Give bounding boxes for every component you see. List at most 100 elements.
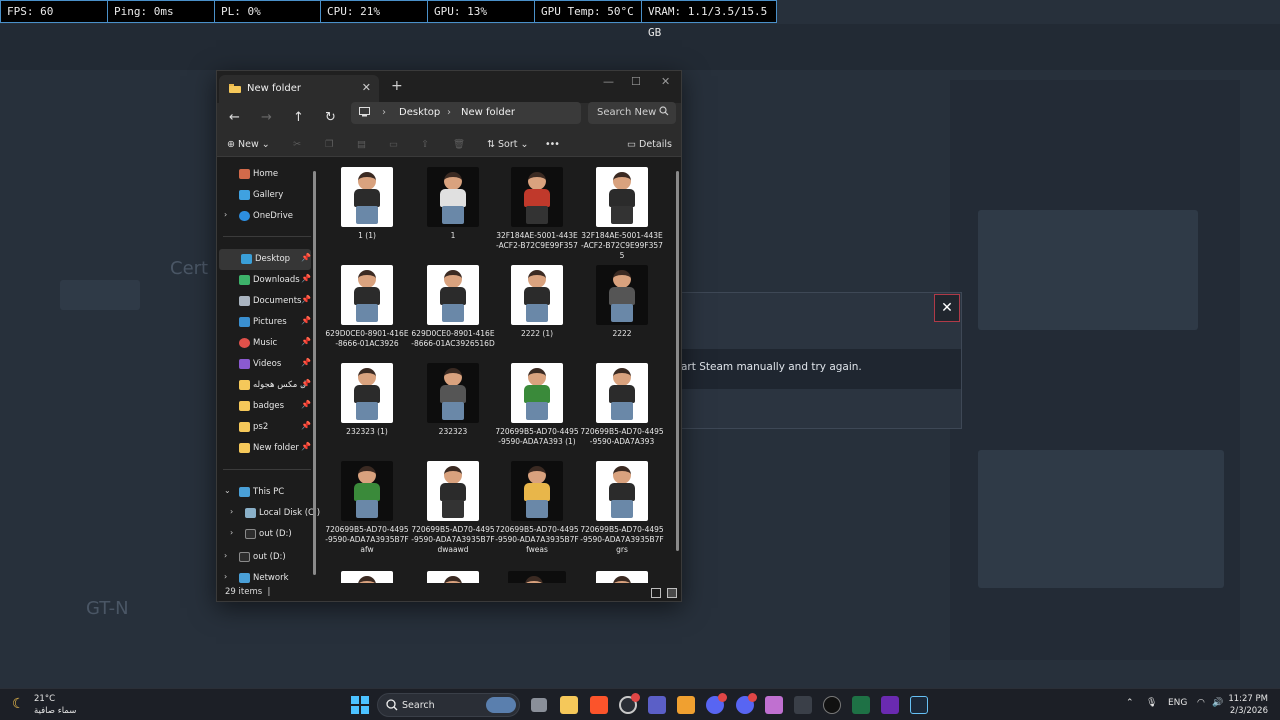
chevron-right-icon: › (230, 528, 234, 537)
new-tab-icon[interactable]: + (391, 78, 403, 94)
file-tile-partial[interactable] (325, 571, 409, 583)
video-icon (239, 359, 250, 369)
file-explorer-icon[interactable] (560, 696, 578, 714)
start-icon[interactable] (351, 696, 369, 714)
nav-onedrive[interactable]: › OneDrive (217, 206, 311, 227)
more-options-button[interactable]: ••• (545, 139, 560, 150)
file-tile[interactable]: 2222 (1) (495, 265, 579, 339)
paste-icon[interactable]: ▤ (357, 139, 366, 150)
back-arrow-icon[interactable]: ← (229, 110, 240, 125)
file-tile[interactable]: 232323 (411, 363, 495, 437)
nav-out-d-2[interactable]: › out (D:) (217, 547, 311, 568)
nav-label: Desktop (255, 254, 291, 264)
file-tile[interactable]: 1 (411, 167, 495, 241)
nav-new-folder[interactable]: New folder 📌 (217, 438, 311, 459)
rename-icon[interactable]: ▭ (389, 139, 398, 150)
breadcrumb-desktop[interactable]: Desktop (399, 107, 440, 118)
nav-scrollbar[interactable] (313, 171, 316, 575)
nav-music[interactable]: Music 📌 (217, 333, 311, 354)
notification-badge (631, 693, 640, 702)
file-tile[interactable]: 1 (1) (325, 167, 409, 241)
nav-label: OneDrive (253, 211, 293, 221)
close-tab-icon[interactable]: ✕ (362, 81, 371, 94)
task-view-icon[interactable] (531, 698, 547, 712)
volume-icon[interactable]: 🔊 (1212, 698, 1223, 708)
new-button[interactable]: ⊕ New ⌄ (227, 139, 270, 150)
file-tile[interactable]: 720699B5-AD70-4495-9590-ADA7A3935B7Fafw (325, 461, 409, 555)
nav-folder-arabic[interactable]: ل مكس هجوله 📌 (217, 375, 311, 396)
refresh-icon[interactable]: ↻ (325, 110, 336, 125)
taskbar-search[interactable]: Search (377, 693, 520, 717)
nav-videos[interactable]: Videos 📌 (217, 354, 311, 375)
forward-arrow-icon[interactable]: → (261, 110, 272, 125)
file-tile[interactable]: 720699B5-AD70-4495-9590-ADA7A3935B7Fgrs (580, 461, 664, 555)
breadcrumb-new-folder[interactable]: New folder (461, 107, 515, 118)
breadcrumb[interactable]: › Desktop › New folder (351, 102, 581, 124)
file-tile-partial[interactable] (580, 571, 664, 583)
file-tile[interactable]: 32F184AE-5001-443E-ACF2-B72C9E99F3575 (580, 167, 664, 261)
file-name: 2222 (612, 329, 632, 338)
file-name: 629D0CE0-8901-416E-8666-01AC3926516D (411, 329, 495, 348)
language-indicator[interactable]: ENG (1168, 698, 1187, 708)
details-pane-icon: ▭ (627, 139, 636, 150)
details-button[interactable]: ▭ Details (627, 139, 672, 150)
nav-local-disk-c[interactable]: › Local Disk (C:) (217, 503, 320, 524)
file-tile[interactable]: 232323 (1) (325, 363, 409, 437)
file-tile[interactable]: 629D0CE0-8901-416E-8666-01AC3926516D (411, 265, 495, 349)
details-view-icon[interactable] (651, 588, 661, 598)
file-tile[interactable]: 2222 (580, 265, 664, 339)
chevron-up-icon[interactable]: ⌃ (1126, 698, 1134, 708)
copy-icon[interactable]: ❐ (325, 139, 334, 150)
nzxt-icon[interactable] (881, 696, 899, 714)
plus-icon: ⊕ (227, 139, 235, 150)
microphone-icon[interactable]: 🎙 (1146, 698, 1157, 708)
brave-icon[interactable] (590, 696, 608, 714)
app-a-icon[interactable] (677, 696, 695, 714)
nav-badges[interactable]: badges 📌 (217, 396, 311, 417)
file-tile-partial[interactable] (495, 571, 579, 583)
nav-pictures[interactable]: Pictures 📌 (217, 312, 311, 333)
close-window-icon[interactable]: ✕ (661, 75, 670, 88)
settings-gear-icon[interactable] (794, 696, 812, 714)
up-arrow-icon[interactable]: ↑ (293, 110, 304, 125)
steam-icon[interactable] (910, 696, 928, 714)
nav-desktop[interactable]: Desktop 📌 (219, 249, 311, 270)
unity-icon[interactable] (823, 696, 841, 714)
file-thumbnail (341, 571, 393, 583)
steam-card (978, 210, 1198, 330)
nav-out-d-1[interactable]: › out (D:) (217, 524, 311, 545)
share-icon[interactable]: ⇪ (421, 139, 429, 150)
file-thumbnail (427, 571, 479, 583)
dialog-close-button[interactable]: ✕ (934, 294, 960, 322)
nav-this-pc[interactable]: ⌄ This PC (217, 482, 311, 503)
maximize-icon[interactable]: ☐ (631, 75, 641, 88)
nav-documents[interactable]: Documents 📌 (217, 291, 311, 312)
file-tile[interactable]: 720699B5-AD70-4495-9590-ADA7A393 (580, 363, 664, 447)
file-thumbnail (511, 461, 563, 521)
search-input[interactable]: Search New (588, 102, 676, 124)
file-tile[interactable]: 32F184AE-5001-443E-ACF2-B72C9E99F357 (495, 167, 579, 251)
nav-downloads[interactable]: Downloads 📌 (217, 270, 311, 291)
file-tile[interactable]: 629D0CE0-8901-416E-8666-01AC3926 (325, 265, 409, 349)
teams-icon[interactable] (648, 696, 666, 714)
tab-new-folder[interactable]: New folder ✕ (219, 75, 379, 103)
file-tile-partial[interactable] (411, 571, 495, 583)
large-icons-view-icon[interactable] (667, 588, 677, 598)
nav-home[interactable]: Home (217, 164, 311, 185)
file-tile[interactable]: 720699B5-AD70-4495-9590-ADA7A3935B7Fdwaa… (411, 461, 495, 555)
nav-gallery[interactable]: Gallery (217, 185, 311, 206)
delete-icon[interactable]: 🗑 (453, 139, 465, 150)
minimize-icon[interactable]: — (603, 75, 614, 88)
pin-icon: 📌 (301, 442, 311, 451)
gamepad-icon[interactable] (765, 696, 783, 714)
excel-icon[interactable] (852, 696, 870, 714)
nav-ps2[interactable]: ps2 📌 (217, 417, 311, 438)
clock[interactable]: 11:27 PM 2/3/2026 (1228, 693, 1268, 717)
file-tile[interactable]: 720699B5-AD70-4495-9590-ADA7A3935B7Ffwea… (495, 461, 579, 555)
cpu-readout: CPU: 21% (321, 1, 428, 22)
wifi-icon[interactable]: ◠ (1197, 698, 1205, 708)
cut-icon[interactable]: ✂ (293, 139, 301, 150)
file-tile[interactable]: 720699B5-AD70-4495-9590-ADA7A393 (1) (495, 363, 579, 447)
sort-button[interactable]: ⇅ Sort ⌄ (487, 139, 528, 150)
content-scrollbar[interactable] (676, 171, 679, 551)
